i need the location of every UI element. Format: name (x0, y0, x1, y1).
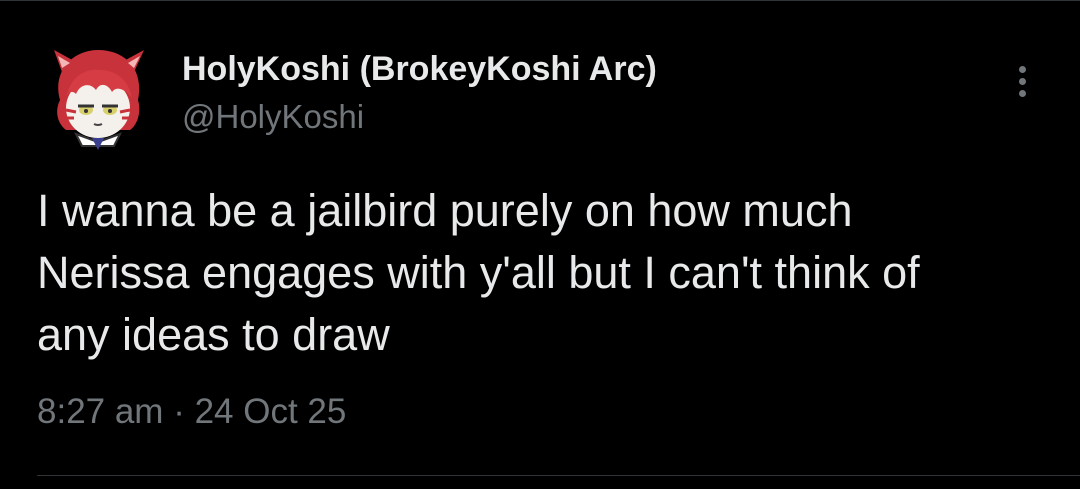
top-divider (0, 0, 1080, 1)
tweet-text-line: any ideas to draw (37, 309, 390, 360)
more-options-button[interactable] (1004, 60, 1044, 104)
author-handle[interactable]: @HolyKoshi (182, 98, 364, 136)
tweet-text-line: I wanna be a jailbird purely on how much (37, 185, 853, 236)
tweet-date: 24 Oct 25 (194, 392, 347, 431)
avatar[interactable] (42, 42, 154, 154)
tweet-text-line: Nerissa engages with y'all but I can't t… (37, 247, 920, 298)
anime-red-hair-avatar-icon (54, 50, 144, 150)
author-display-name[interactable]: HolyKoshi (BrokeyKoshi Arc) (182, 50, 657, 89)
tweet-text: I wanna be a jailbird purely on how much… (37, 180, 1057, 366)
bottom-divider (37, 475, 1080, 476)
tweet-timestamp[interactable]: 8:27 am · 24 Oct 25 (37, 392, 346, 432)
tweet-time: 8:27 am (37, 392, 164, 431)
timestamp-separator: · (173, 392, 185, 431)
